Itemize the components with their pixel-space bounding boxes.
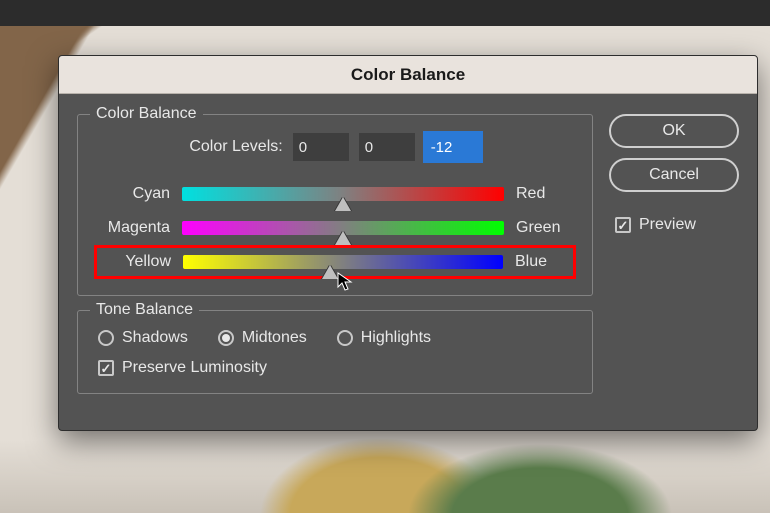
slider-track-magenta-green[interactable] [182,221,504,235]
slider-thumb-icon[interactable] [335,197,351,211]
color-balance-dialog: Color Balance Color Balance Color Levels… [58,55,758,431]
color-balance-group: Color Balance Color Levels: Cyan Red Mag… [77,114,593,296]
tone-balance-group: Tone Balance Shadows Midtones Highlights [77,310,593,394]
cancel-button[interactable]: Cancel [609,158,739,192]
slider-track-cyan-red[interactable] [182,187,504,201]
radio-highlights[interactable]: Highlights [337,329,431,347]
slider-track-yellow-blue[interactable] [183,255,503,269]
slider-label-red: Red [516,185,572,203]
color-balance-legend: Color Balance [90,105,203,123]
slider-label-green: Green [516,219,572,237]
slider-label-cyan: Cyan [98,185,170,203]
radio-label: Midtones [242,329,307,347]
slider-magenta-green[interactable]: Magenta Green [94,211,576,245]
slider-label-magenta: Magenta [98,219,170,237]
tone-balance-legend: Tone Balance [90,301,199,319]
radio-shadows[interactable]: Shadows [98,329,188,347]
level-input-0[interactable] [293,133,349,161]
slider-thumb-icon[interactable] [335,231,351,245]
radio-label: Shadows [122,329,188,347]
dialog-title: Color Balance [59,56,757,94]
color-levels-label: Color Levels: [189,138,282,156]
slider-label-blue: Blue [515,253,571,271]
preview-checkbox[interactable] [615,217,631,233]
radio-label: Highlights [361,329,431,347]
slider-label-yellow: Yellow [99,253,171,271]
level-input-1[interactable] [359,133,415,161]
slider-cyan-red[interactable]: Cyan Red [94,177,576,211]
ok-button[interactable]: OK [609,114,739,148]
preview-label: Preview [639,216,696,234]
preserve-luminosity-checkbox[interactable] [98,360,114,376]
level-input-2[interactable] [425,133,481,161]
radio-icon [218,330,234,346]
radio-icon [337,330,353,346]
radio-midtones[interactable]: Midtones [218,329,307,347]
slider-yellow-blue-highlighted[interactable]: Yellow Blue [94,245,576,279]
radio-icon [98,330,114,346]
preserve-luminosity-label: Preserve Luminosity [122,359,267,377]
slider-thumb-icon[interactable] [322,265,338,279]
